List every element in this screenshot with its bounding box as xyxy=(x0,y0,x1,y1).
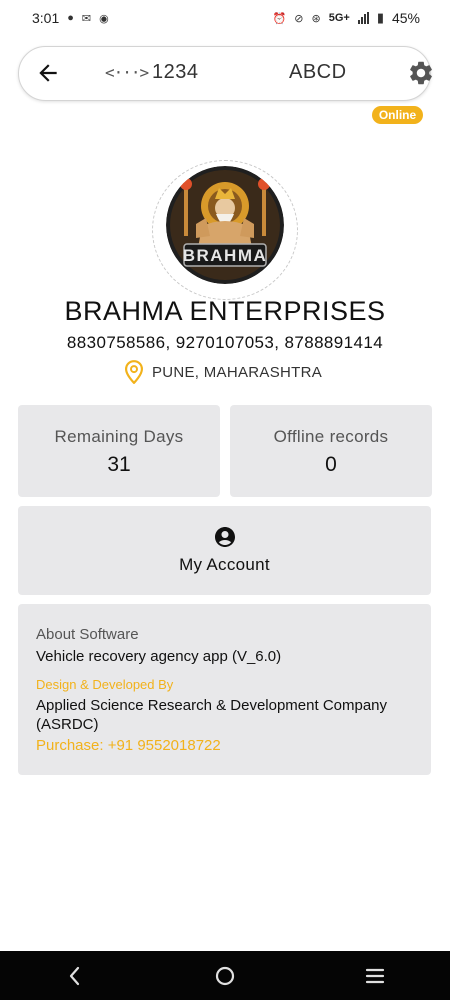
remaining-days-value: 31 xyxy=(107,453,131,476)
company-phones: 8830758586, 9270107053, 8788891414 xyxy=(66,333,384,352)
battery-icon: ▮ xyxy=(376,10,384,25)
nav-back-icon[interactable] xyxy=(63,964,87,988)
developer-company: Applied Science Research & Development C… xyxy=(36,697,388,733)
remaining-days-card: Remaining Days 31 xyxy=(18,405,220,497)
gear-icon[interactable] xyxy=(407,59,435,87)
remaining-days-label: Remaining Days xyxy=(54,427,184,446)
network-type: 5G+ xyxy=(328,12,350,24)
about-title: About Software xyxy=(36,626,139,643)
logo-text: BRAHMA xyxy=(183,246,268,265)
my-account-label: My Account xyxy=(179,555,270,574)
chat-notification-icon: ● xyxy=(67,12,74,24)
offline-records-label: Offline records xyxy=(273,427,389,446)
design-developed-label: Design & Developed By xyxy=(36,677,174,692)
my-account-button[interactable]: My Account xyxy=(18,506,431,595)
brahma-logo: BRAHMA xyxy=(166,166,284,284)
offline-records-card[interactable]: Offline records 0 xyxy=(230,405,432,497)
alarm-icon: ⏰ xyxy=(272,12,287,25)
nav-home-icon[interactable] xyxy=(213,964,237,988)
mute-icon: ⊘ xyxy=(294,12,304,25)
location-pin-icon xyxy=(124,360,143,384)
agency-code: 1234 xyxy=(152,61,199,83)
signal-icon xyxy=(357,12,369,24)
gmail-notification-icon: ✉ xyxy=(81,12,92,25)
location-text: PUNE, MAHARASHTRA xyxy=(151,363,323,381)
nav-recents-icon[interactable] xyxy=(363,964,387,988)
battery-percent: 45% xyxy=(391,10,420,26)
agency-short-name: ABCD xyxy=(289,61,347,83)
browser-notification-icon: ◉ xyxy=(99,12,109,25)
status-time: 3:01 xyxy=(32,10,60,26)
back-arrow-icon[interactable] xyxy=(35,60,61,86)
company-name: BRAHMA ENTERPRISES xyxy=(64,296,386,326)
online-status-badge: Online xyxy=(372,106,423,124)
top-bar: <···> 1234 ABCD xyxy=(18,46,432,101)
account-circle-icon xyxy=(214,527,235,547)
about-software-card: About Software Vehicle recovery agency a… xyxy=(18,604,431,775)
code-icon: <···> xyxy=(105,63,149,82)
hotspot-icon: ⊛ xyxy=(311,12,321,25)
offline-records-value: 0 xyxy=(325,453,337,476)
system-nav-bar xyxy=(0,951,450,1000)
about-app-name: Vehicle recovery agency app (V_6.0) xyxy=(36,648,282,665)
company-location: PUNE, MAHARASHTRA xyxy=(0,360,450,384)
status-bar: 3:01 ● ✉ ◉ ⏰ ⊘ ⊛ 5G+ ▮ 45% xyxy=(0,0,450,36)
purchase-contact[interactable]: Purchase: +91 9552018722 xyxy=(36,737,413,754)
